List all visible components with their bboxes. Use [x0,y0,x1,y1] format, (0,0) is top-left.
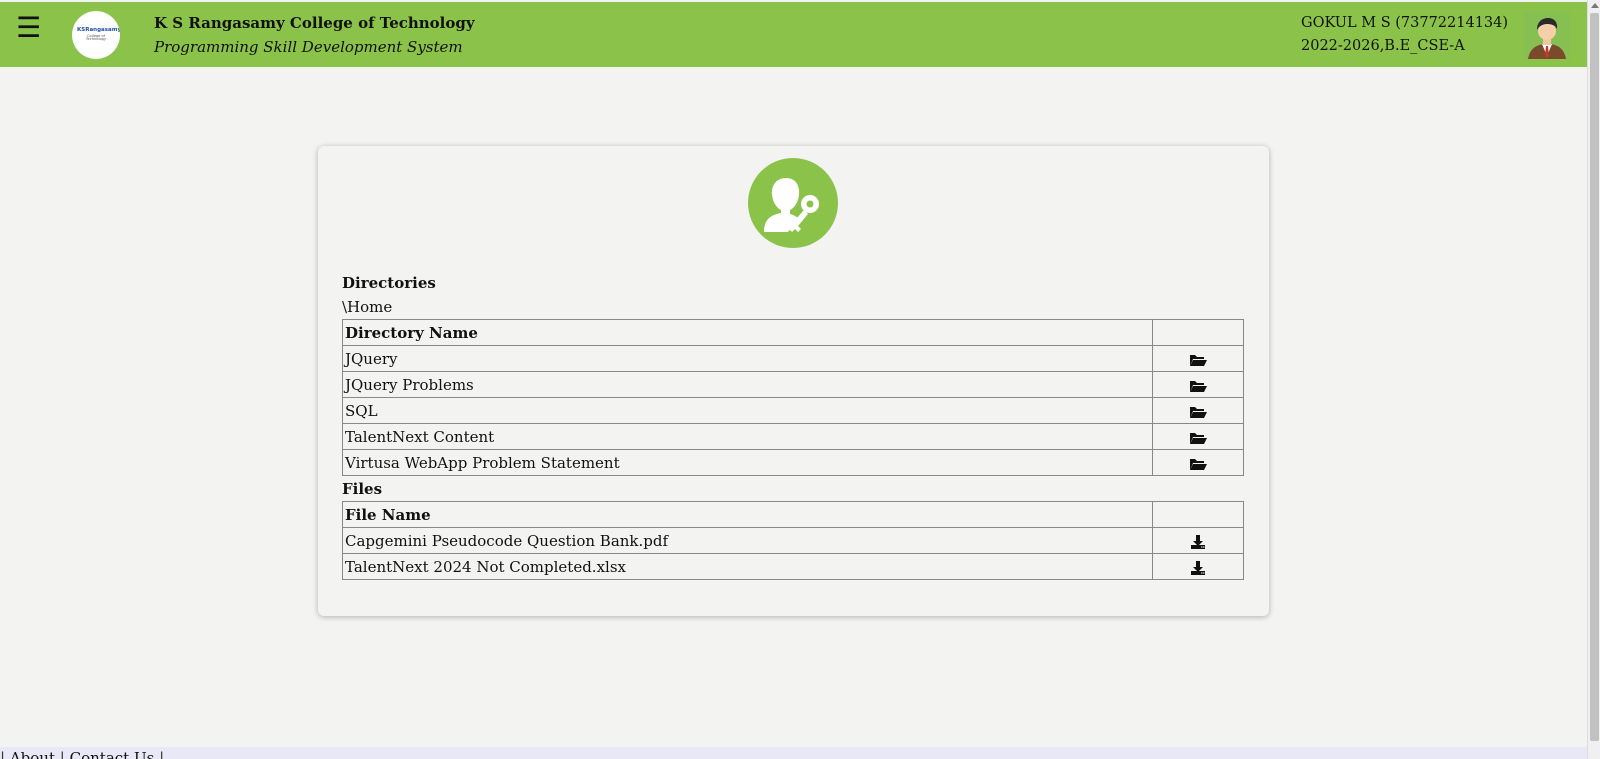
file-row-label[interactable]: TalentNext 2024 Not Completed.xlsx [342,553,1153,580]
file-action-header [1152,501,1244,528]
hamburger-icon[interactable]: ☰ [16,14,41,42]
directory-row-label[interactable]: TalentNext Content [342,423,1153,450]
folder-open-icon[interactable] [1189,379,1207,393]
directory-row-action [1152,345,1244,372]
user-name: GOKUL M S (73772214134) [1301,15,1509,31]
directory-name-header: Directory Name [342,319,1153,346]
avatar-icon [1524,12,1570,59]
directory-row-label[interactable]: SQL [342,397,1153,424]
footer: | About | Contact Us | [0,747,1587,759]
folder-open-icon[interactable] [1189,457,1207,471]
breadcrumb-path[interactable]: \Home [342,298,392,316]
directory-row-action [1152,371,1244,398]
directories-table: Directory Name JQuery JQuery Problems SQL T… [342,319,1244,476]
directory-action-header [1152,319,1244,346]
scroll-thumb[interactable] [1590,13,1599,741]
download-icon[interactable] [1190,560,1206,576]
directory-row-action [1152,423,1244,450]
file-row[interactable]: TalentNext 2024 Not Completed.xlsx [342,553,1244,580]
file-row-action [1152,527,1244,554]
directory-row[interactable]: JQuery [342,345,1244,372]
directory-row-label[interactable]: Virtusa WebApp Problem Statement [342,449,1153,476]
file-row-action [1152,553,1244,580]
directory-row-label[interactable]: JQuery Problems [342,371,1153,398]
footer-separator: | [59,749,65,759]
college-name: K S Rangasamy College of Technology [154,14,475,32]
user-key-icon [748,158,838,248]
file-row-label[interactable]: Capgemini Pseudocode Question Bank.pdf [342,527,1153,554]
download-icon[interactable] [1190,534,1206,550]
file-name-header: File Name [342,501,1153,528]
directory-row[interactable]: Virtusa WebApp Problem Statement [342,449,1244,476]
table-header-row: File Name [342,501,1244,528]
files-table: File Name Capgemini Pseudocode Question … [342,501,1244,580]
contact-link[interactable]: Contact Us [70,749,155,759]
directory-row[interactable]: TalentNext Content [342,423,1244,450]
header-bar: ☰ KSRangasamy College of Technology K S … [0,2,1587,67]
footer-separator: | [0,749,6,759]
directory-row-action [1152,397,1244,424]
page: ☰ KSRangasamy College of Technology K S … [0,0,1600,759]
logo-subtext: College of Technology [85,33,107,42]
folder-open-icon[interactable] [1189,431,1207,445]
file-row[interactable]: Capgemini Pseudocode Question Bank.pdf [342,527,1244,554]
college-logo: KSRangasamy College of Technology [72,11,120,59]
directory-row-label[interactable]: JQuery [342,345,1153,372]
folder-open-icon[interactable] [1189,353,1207,367]
logo-text: KSRangasamy [77,27,120,34]
files-label: Files [342,480,383,498]
about-link[interactable]: About [10,749,55,759]
vertical-scrollbar[interactable] [1587,0,1600,759]
folder-open-icon[interactable] [1189,405,1207,419]
system-name: Programming Skill Development System [154,38,463,56]
directory-row-action [1152,449,1244,476]
user-batch: 2022-2026,B.E_CSE-A [1301,38,1465,54]
table-header-row: Directory Name [342,319,1244,346]
footer-separator: | [159,749,165,759]
directory-row[interactable]: JQuery Problems [342,371,1244,398]
directory-row[interactable]: SQL [342,397,1244,424]
directory-card: Directories \Home Directory Name JQuery J… [318,146,1269,616]
directories-label: Directories [342,274,436,292]
avatar[interactable] [1524,12,1570,59]
scroll-up-arrow-icon[interactable] [1591,3,1599,8]
